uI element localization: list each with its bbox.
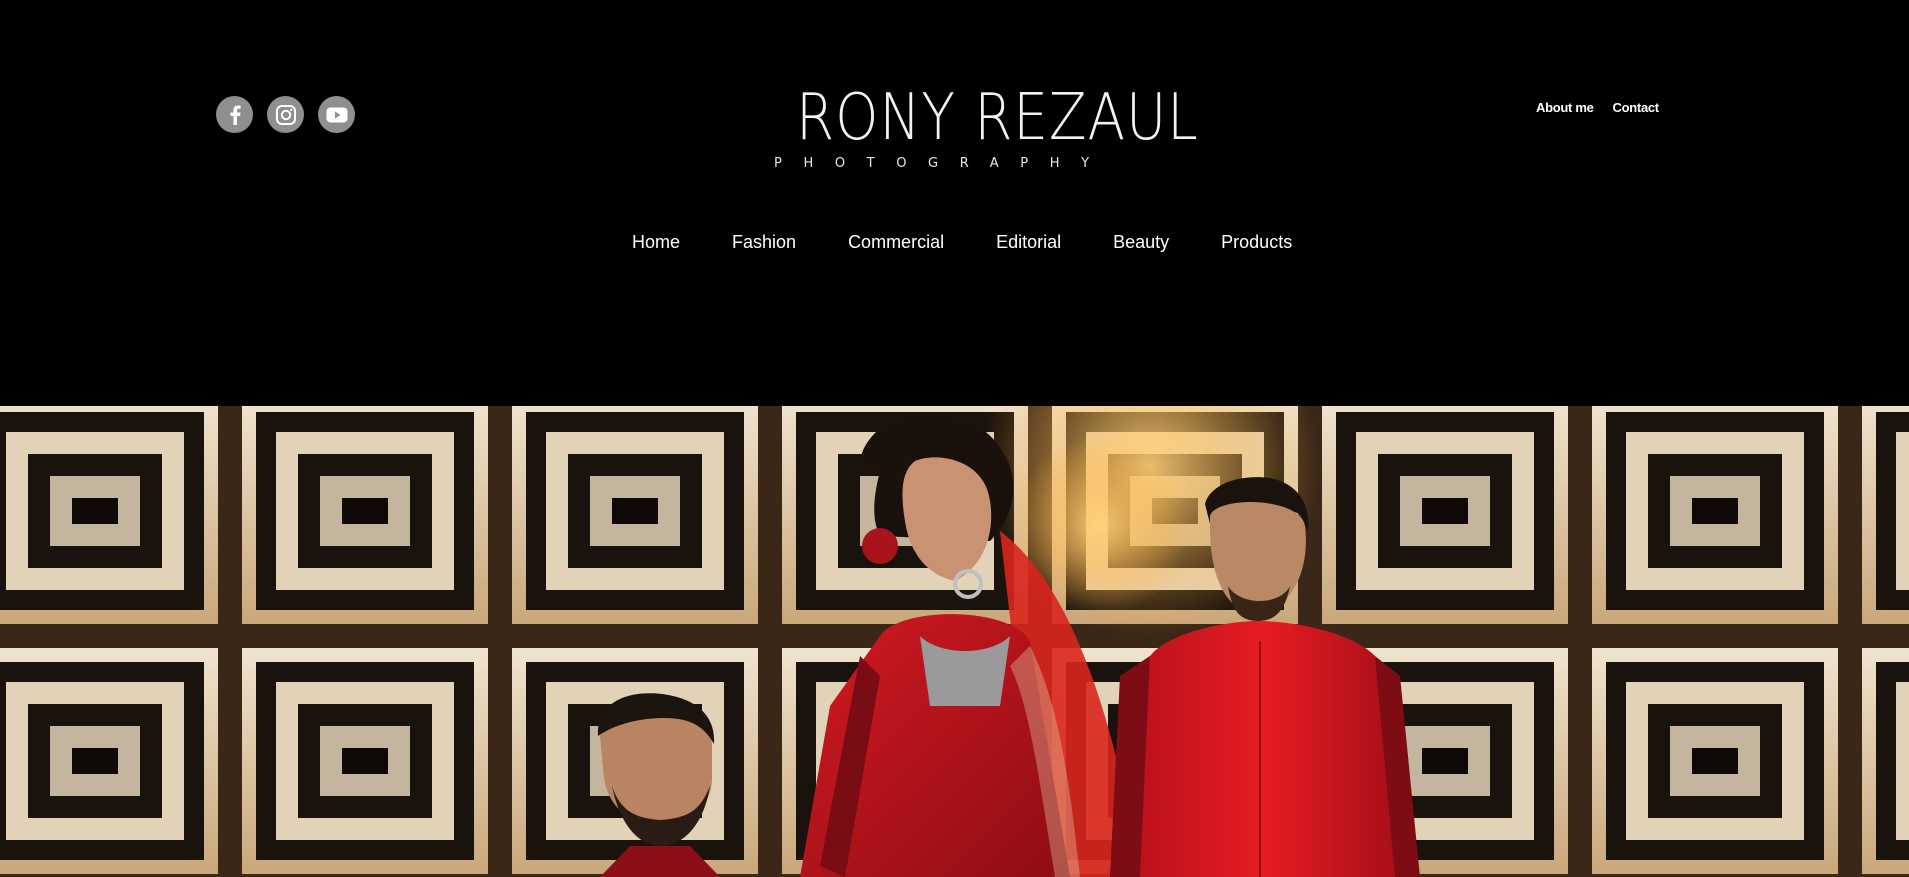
logo-wordmark: RONY REZAUL (796, 81, 1199, 155)
instagram-icon[interactable] (267, 96, 304, 133)
wall-panel (242, 406, 488, 624)
about-me-link[interactable]: About me (1536, 100, 1594, 115)
site-logo[interactable]: RONY REZAUL PHOTOGRAPHY (770, 81, 1199, 176)
nav-item-beauty[interactable]: Beauty (1087, 230, 1195, 254)
main-nav: Home Fashion Commercial Editorial Beauty… (606, 230, 1318, 254)
nav-item-home[interactable]: Home (606, 230, 706, 254)
nav-item-fashion[interactable]: Fashion (706, 230, 822, 254)
wall-panel (242, 648, 488, 874)
wall-panel (1322, 406, 1568, 624)
wall-panel (1862, 406, 1909, 624)
logo-tagline: PHOTOGRAPHY (774, 156, 1111, 171)
wall-panel (1862, 648, 1909, 874)
wall-panel (0, 406, 218, 624)
top-links: About me Contact (1536, 100, 1659, 115)
nav-item-editorial[interactable]: Editorial (970, 230, 1087, 254)
wall-panel (1592, 406, 1838, 624)
hero-illustration (0, 406, 1909, 877)
nav-item-commercial[interactable]: Commercial (822, 230, 970, 254)
wall-panel (0, 648, 218, 874)
wall-panel (512, 406, 758, 624)
nav-item-products[interactable]: Products (1195, 230, 1318, 254)
page: RONY REZAUL PHOTOGRAPHY About me Contact… (0, 0, 1909, 877)
hero-image (0, 406, 1909, 877)
youtube-icon[interactable] (318, 96, 355, 133)
social-links (216, 96, 355, 133)
facebook-icon[interactable] (216, 96, 253, 133)
wall-panel (1592, 648, 1838, 874)
contact-link[interactable]: Contact (1613, 100, 1660, 115)
